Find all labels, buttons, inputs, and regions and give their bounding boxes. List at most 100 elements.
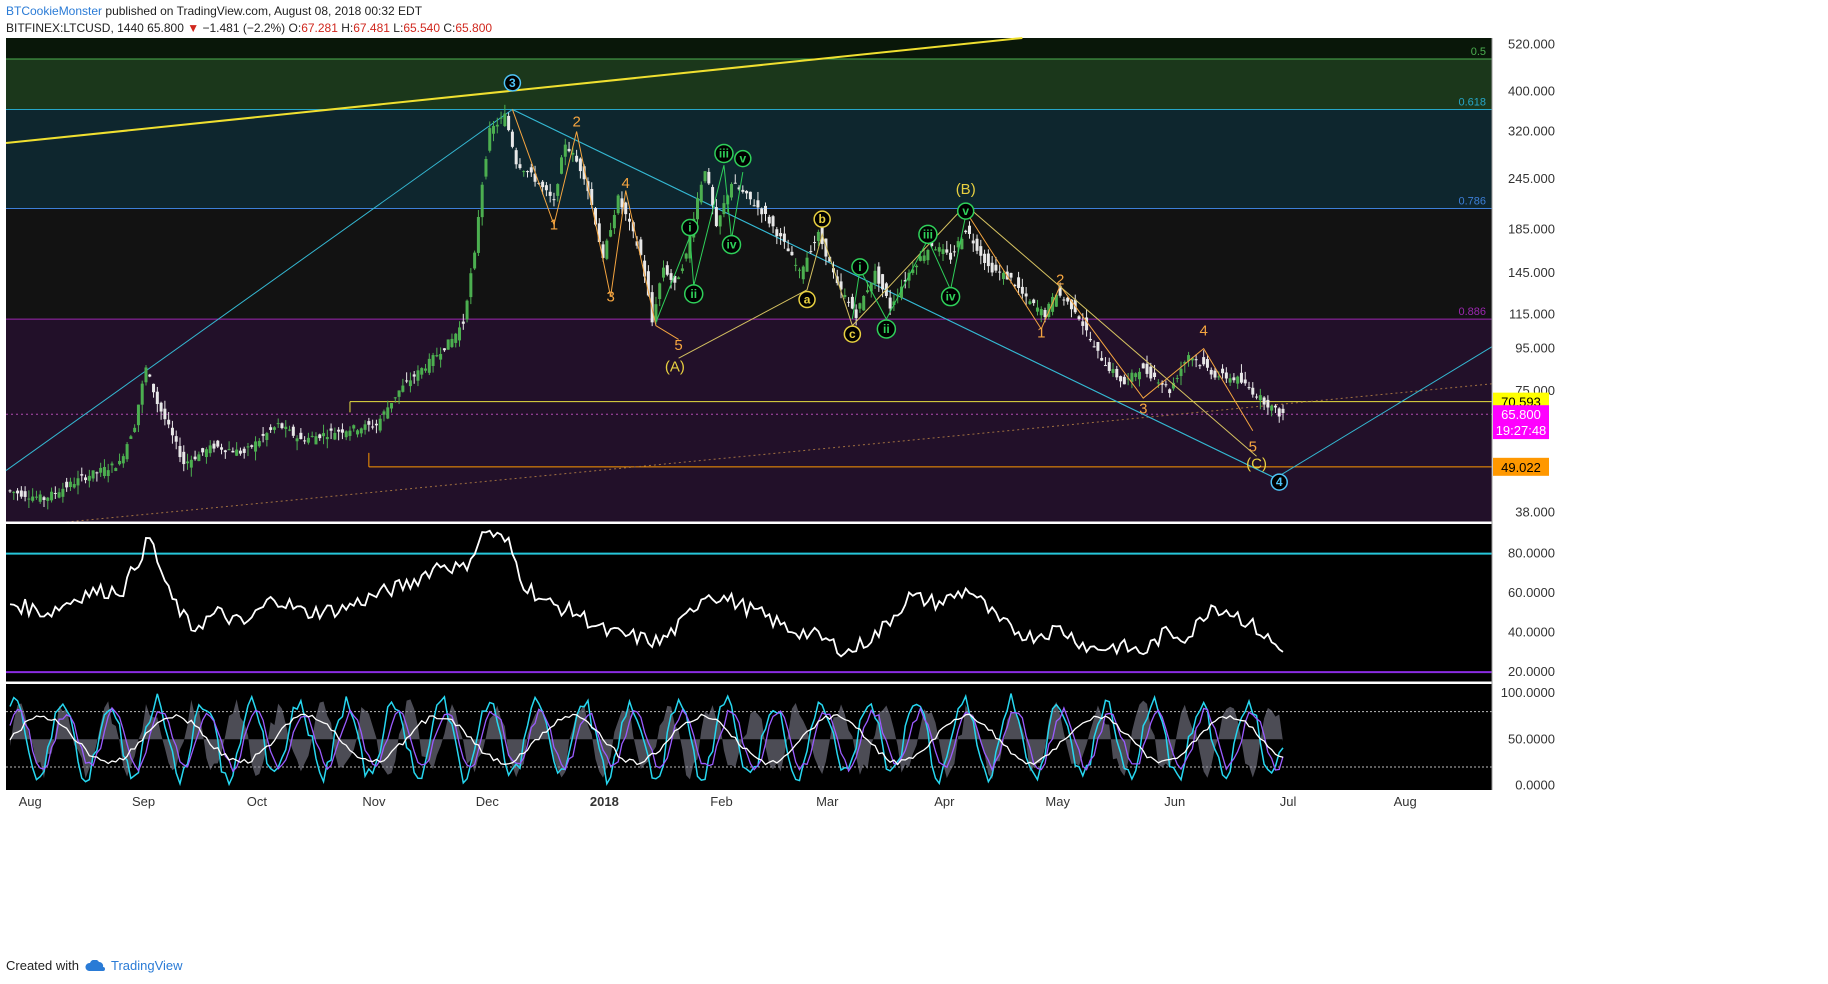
x-tick-label: Aug xyxy=(19,794,42,809)
candle-body xyxy=(19,490,23,497)
candle-body xyxy=(102,467,106,477)
candle-body xyxy=(178,446,182,458)
candle-body xyxy=(881,274,885,290)
wave-label: v xyxy=(962,204,969,218)
candle-body xyxy=(779,233,783,237)
price-tag-label: 19:27:48 xyxy=(1496,423,1547,438)
wave-label: 4 xyxy=(622,175,630,192)
candle-body xyxy=(1228,378,1232,383)
y-tick-label: 95.000 xyxy=(1515,341,1555,356)
wave-label: 4 xyxy=(1200,323,1208,340)
y-tick-label: 145.000 xyxy=(1508,265,1555,280)
x-tick-label: Mar xyxy=(816,794,839,809)
candle-body xyxy=(680,268,684,271)
candle-body xyxy=(212,443,216,449)
candle-body xyxy=(197,454,201,462)
candle-body xyxy=(318,434,322,439)
candle-body xyxy=(288,429,292,431)
candle-body xyxy=(665,265,669,275)
candle-body xyxy=(503,113,507,127)
tradingview-brand: TradingView xyxy=(110,958,183,973)
candle-body xyxy=(548,191,552,196)
x-tick-label: Dec xyxy=(476,794,500,809)
candle-body xyxy=(344,431,348,438)
candle-body xyxy=(843,294,847,298)
candle-body xyxy=(291,426,295,436)
y-tick-label: 115.000 xyxy=(1509,306,1555,321)
candle-body xyxy=(220,447,224,450)
candle-body xyxy=(1270,405,1274,411)
candle-body xyxy=(695,198,699,220)
candle-body xyxy=(393,397,397,399)
candle-body xyxy=(552,199,556,201)
candle-body xyxy=(476,216,480,253)
candle-body xyxy=(442,348,446,351)
candle-body xyxy=(1255,396,1259,398)
candle-body xyxy=(1258,395,1262,401)
candle-body xyxy=(1145,363,1149,374)
candle-body xyxy=(699,184,703,203)
candle-body xyxy=(1266,399,1270,408)
candle-body xyxy=(567,148,571,152)
candle-body xyxy=(140,383,144,405)
candle-body xyxy=(790,251,794,256)
candle-body xyxy=(518,164,522,169)
candle-body xyxy=(329,428,333,431)
candle-body xyxy=(412,374,416,377)
candle-body xyxy=(775,229,779,237)
candle-body xyxy=(118,460,122,465)
wave-label: 3 xyxy=(606,289,614,306)
x-tick-label: Feb xyxy=(710,794,732,809)
candle-body xyxy=(1149,366,1153,379)
candle-body xyxy=(148,374,152,377)
candle-body xyxy=(80,474,84,476)
candle-body xyxy=(986,253,990,267)
candle-body xyxy=(46,497,50,501)
candle-body xyxy=(669,273,673,280)
candle-body xyxy=(254,441,258,452)
candle-body xyxy=(612,214,616,229)
candle-body xyxy=(937,247,941,252)
candle-body xyxy=(1017,277,1021,289)
candle-body xyxy=(862,295,866,311)
candle-body xyxy=(522,171,526,173)
candle-body xyxy=(348,430,352,436)
candle-body xyxy=(473,252,477,269)
candle-body xyxy=(356,430,360,435)
candle-body xyxy=(1100,357,1104,361)
tradingview-logo[interactable]: TradingView xyxy=(85,958,183,973)
candle-body xyxy=(983,253,987,263)
candle-body xyxy=(16,490,20,494)
candle-body xyxy=(514,150,518,165)
candle-body xyxy=(1107,362,1111,371)
candle-body xyxy=(707,171,711,184)
candle-body xyxy=(563,144,567,157)
y-tick-label: 400.000 xyxy=(1508,84,1555,99)
candle-body xyxy=(1281,408,1285,413)
candle-body xyxy=(23,491,27,497)
wave-label: 1 xyxy=(550,217,558,234)
candle-body xyxy=(238,450,242,454)
candle-body xyxy=(760,208,764,215)
wave-label: i xyxy=(858,260,861,274)
candle-body xyxy=(1236,376,1240,384)
candle-body xyxy=(121,456,125,464)
candle-body xyxy=(269,427,273,430)
wave-label: (B) xyxy=(956,181,976,198)
candle-body xyxy=(401,385,405,392)
candle-body xyxy=(990,262,994,273)
candle-body xyxy=(129,436,133,439)
candle-body xyxy=(865,290,869,293)
x-tick-label: Jul xyxy=(1280,794,1297,809)
candle-body xyxy=(454,333,458,343)
candle-body xyxy=(967,225,971,235)
candle-body xyxy=(159,402,163,412)
candle-body xyxy=(374,423,378,426)
candle-body xyxy=(994,264,998,271)
candle-body xyxy=(439,353,443,360)
candle-body xyxy=(847,301,851,303)
candle-body xyxy=(756,200,760,208)
candle-body xyxy=(1168,389,1172,394)
chart-canvas[interactable]: 0.5 0.618 0.786 0.886 520.000 400.000 320.000 2… xyxy=(0,0,1828,984)
candle-body xyxy=(359,428,363,434)
